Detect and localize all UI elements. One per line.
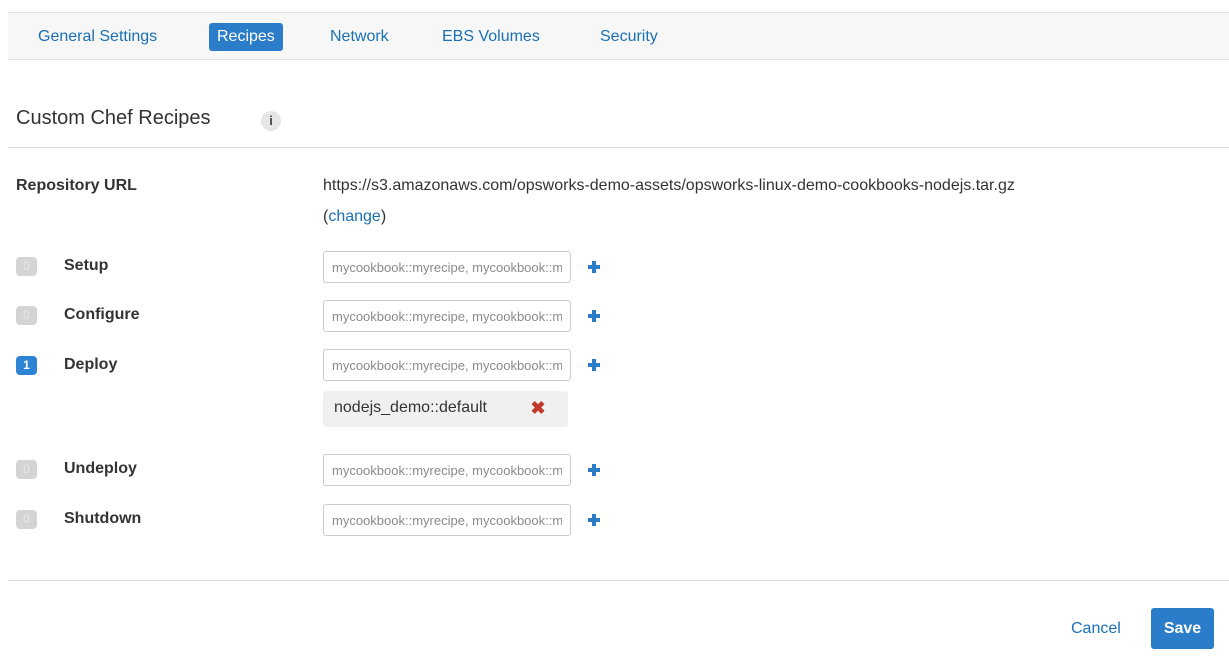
deploy-recipe-input[interactable] (323, 349, 571, 381)
shutdown-recipe-count-badge: 0 (16, 510, 37, 529)
remove-recipe-x-icon[interactable]: ✖ (528, 398, 548, 418)
tab-recipes[interactable]: Recipes (209, 23, 283, 51)
deploy-recipe-name: nodejs_demo::default (334, 399, 487, 416)
tab-general-settings[interactable]: General Settings (30, 23, 165, 51)
configure-label: Configure (64, 306, 140, 323)
section-divider (8, 147, 1229, 148)
info-icon[interactable]: i (261, 111, 281, 131)
undeploy-label: Undeploy (64, 460, 137, 477)
undeploy-add-recipe-plus-icon[interactable] (586, 462, 602, 478)
tab-ebs-volumes[interactable]: EBS Volumes (434, 23, 548, 51)
shutdown-add-recipe-plus-icon[interactable] (586, 512, 602, 528)
deploy-recipe-chip: nodejs_demo::default ✖ (323, 391, 568, 427)
tab-network[interactable]: Network (322, 23, 397, 51)
tab-bar: General Settings Recipes Network EBS Vol… (8, 12, 1229, 60)
tab-security[interactable]: Security (592, 23, 666, 51)
repository-change-line: (change) (323, 208, 386, 226)
setup-add-recipe-plus-icon[interactable] (586, 259, 602, 275)
footer-divider (8, 580, 1229, 581)
save-button[interactable]: Save (1151, 608, 1214, 649)
configure-recipe-input[interactable] (323, 300, 571, 332)
paren-close: ) (380, 208, 387, 225)
deploy-add-recipe-plus-icon[interactable] (586, 357, 602, 373)
undeploy-recipe-input[interactable] (323, 454, 571, 486)
deploy-recipe-count-badge: 1 (16, 356, 37, 375)
change-repository-link[interactable]: change (328, 208, 381, 225)
section-title: Custom Chef Recipes (16, 107, 211, 129)
cancel-button[interactable]: Cancel (1071, 620, 1121, 638)
setup-recipe-input[interactable] (323, 251, 571, 283)
repository-url-label: Repository URL (16, 177, 137, 194)
shutdown-label: Shutdown (64, 510, 142, 527)
configure-add-recipe-plus-icon[interactable] (586, 308, 602, 324)
configure-recipe-count-badge: 0 (16, 306, 37, 325)
shutdown-recipe-input[interactable] (323, 504, 571, 536)
repository-url-value: https://s3.amazonaws.com/opsworks-demo-a… (323, 177, 1015, 194)
undeploy-recipe-count-badge: 0 (16, 460, 37, 479)
setup-label: Setup (64, 257, 109, 274)
setup-recipe-count-badge: 0 (16, 257, 37, 276)
deploy-label: Deploy (64, 356, 118, 373)
